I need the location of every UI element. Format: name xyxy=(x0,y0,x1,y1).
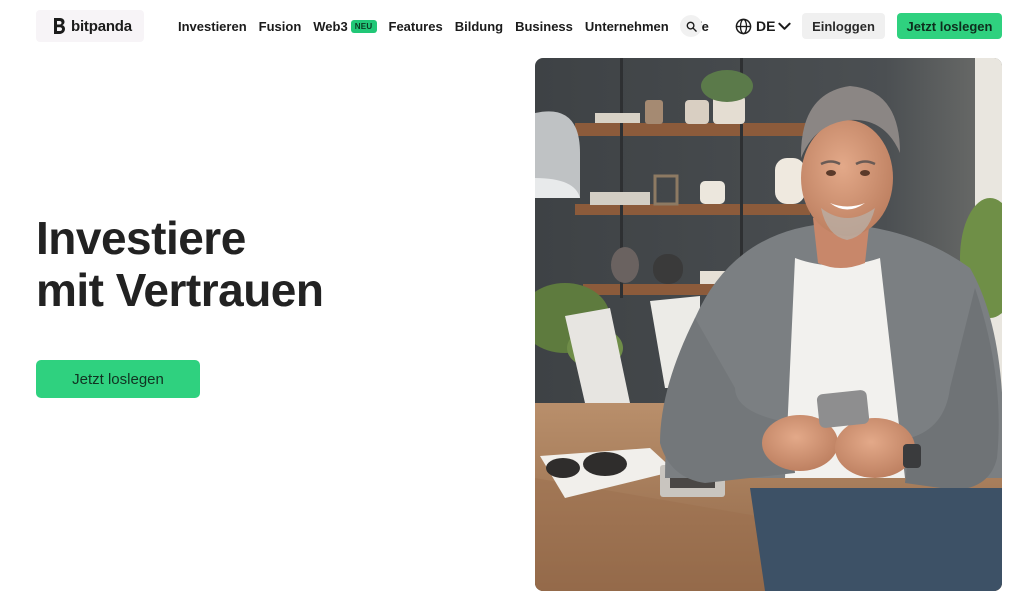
hero-title: Investiere mit Vertrauen xyxy=(36,212,324,316)
brand-name: bitpanda xyxy=(71,17,132,35)
search-button[interactable] xyxy=(680,15,702,37)
login-button[interactable]: Einloggen xyxy=(802,13,885,39)
search-icon xyxy=(686,21,697,32)
nav-item-web3[interactable]: Web3 NEU xyxy=(313,18,377,34)
hero-photo xyxy=(535,58,1002,591)
nav-item-features[interactable]: Features xyxy=(389,19,443,34)
nav-item-web3-label: Web3 xyxy=(313,18,348,34)
hero-photo-illustration xyxy=(535,58,1002,591)
bitpanda-logo[interactable]: bitpanda xyxy=(36,10,144,42)
nav-item-business[interactable]: Business xyxy=(515,19,573,34)
language-label: DE xyxy=(756,18,776,34)
hero-title-line-2: mit Vertrauen xyxy=(36,264,324,316)
nav-item-bildung[interactable]: Bildung xyxy=(455,19,503,34)
globe-icon xyxy=(735,18,752,34)
chevron-down-icon xyxy=(778,22,792,30)
language-selector[interactable]: DE xyxy=(735,16,792,36)
main-nav: Investieren Fusion Web3 NEU Features Bil… xyxy=(178,17,721,35)
get-started-button-header[interactable]: Jetzt loslegen xyxy=(897,13,1002,39)
site-header: bitpanda Investieren Fusion Web3 NEU Fea… xyxy=(0,0,1024,52)
nav-item-fusion[interactable]: Fusion xyxy=(259,19,302,34)
bitpanda-logo-icon xyxy=(54,18,65,34)
new-badge: NEU xyxy=(350,19,377,33)
nav-item-investieren[interactable]: Investieren xyxy=(178,19,247,34)
get-started-button-hero[interactable]: Jetzt loslegen xyxy=(36,360,200,398)
nav-item-unternehmen[interactable]: Unternehmen xyxy=(585,19,669,34)
hero-title-line-1: Investiere xyxy=(36,212,246,264)
